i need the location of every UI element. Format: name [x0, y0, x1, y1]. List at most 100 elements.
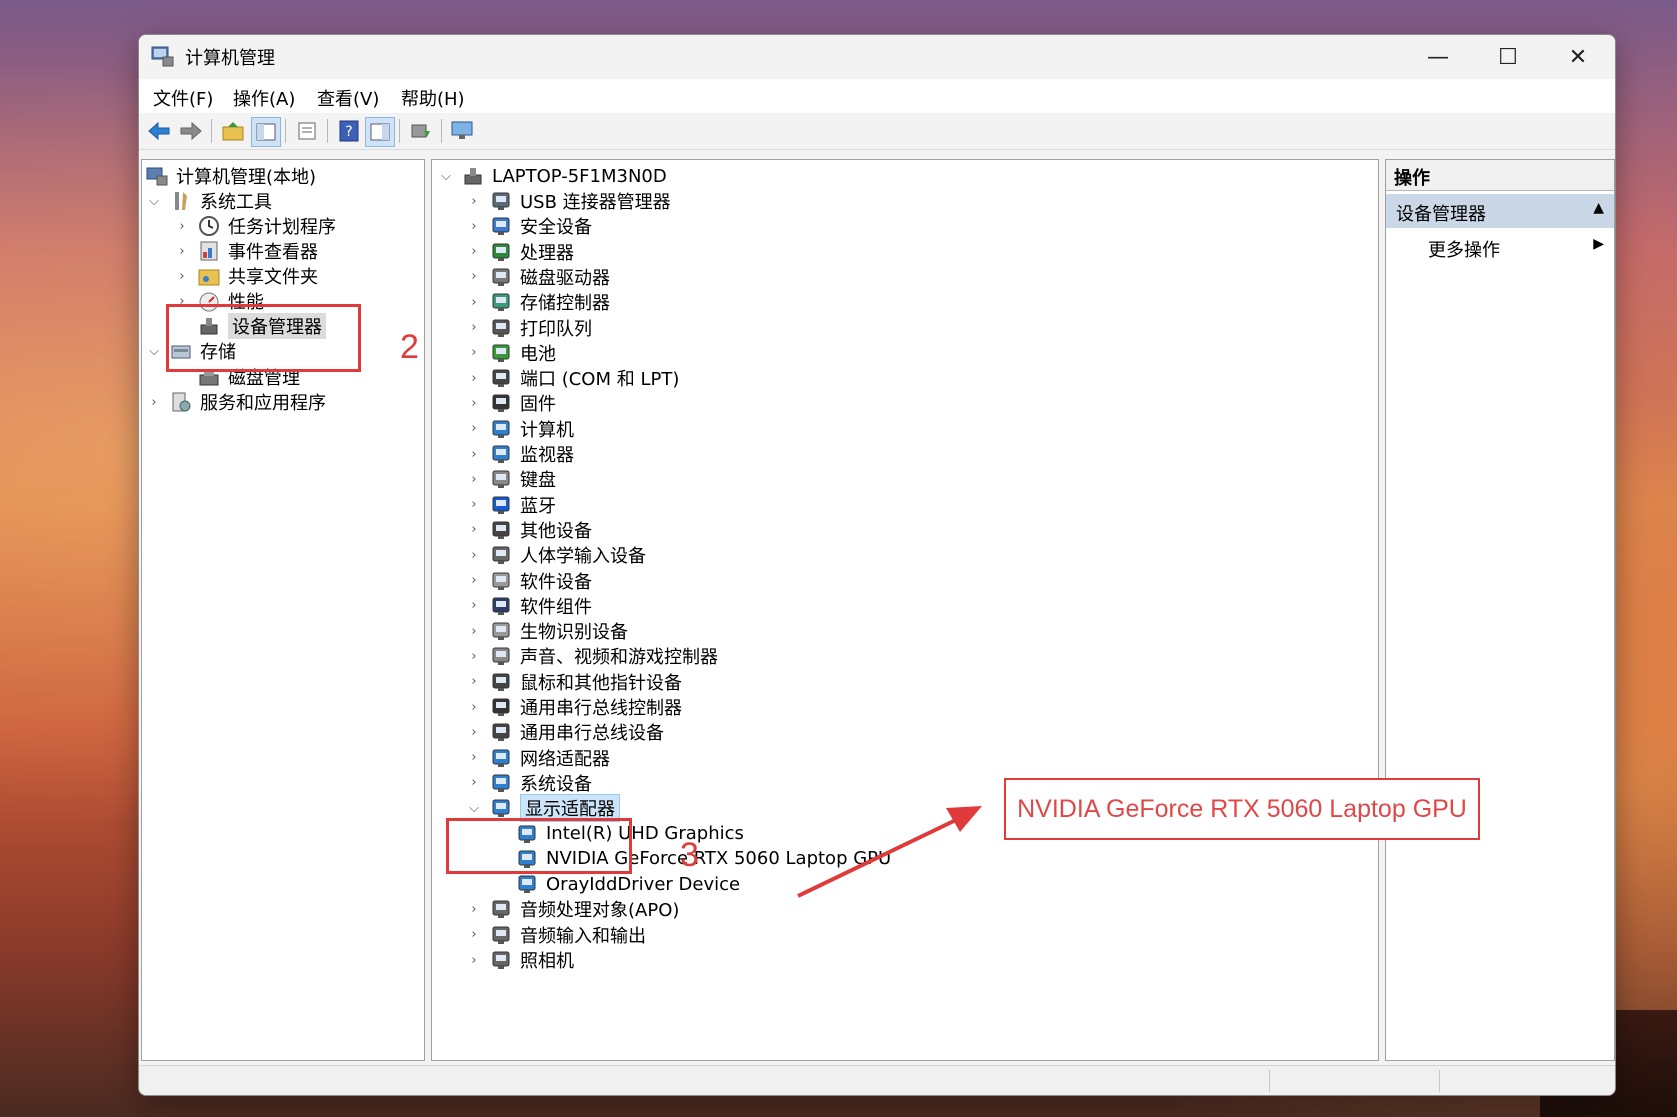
chevron-right-icon[interactable]: › [174, 219, 190, 234]
up-folder-button[interactable] [219, 117, 247, 145]
device-category[interactable]: › 磁盘驱动器 [466, 265, 610, 289]
device-category[interactable]: › 系统设备 [466, 771, 592, 795]
device-category[interactable]: › 存储控制器 [466, 290, 610, 314]
device-category[interactable]: › 音频输入和输出 [466, 923, 646, 947]
device-category[interactable]: › 计算机 [466, 417, 574, 441]
chevron-right-icon[interactable]: › [466, 472, 482, 487]
device-label: 通用串行总线设备 [520, 723, 664, 745]
menu-view[interactable]: 查看(V) [317, 85, 379, 111]
device-category[interactable]: › 电池 [466, 341, 556, 365]
tree-item-shared-folders[interactable]: › 共享文件夹 [174, 264, 318, 288]
update-driver-button[interactable] [407, 117, 435, 145]
chevron-right-icon[interactable]: › [174, 269, 190, 284]
device-category[interactable]: › 处理器 [466, 240, 574, 264]
menu-action[interactable]: 操作(A) [233, 85, 295, 111]
device-tree-root[interactable]: ⌵ LAPTOP-5F1M3N0D [438, 164, 667, 188]
chevron-right-icon[interactable]: › [466, 447, 482, 462]
maximize-button[interactable]: ☐ [1473, 35, 1543, 79]
device-category[interactable]: › 端口 (COM 和 LPT) [466, 366, 679, 390]
device-category[interactable]: › 打印队列 [466, 316, 592, 340]
menu-file[interactable]: 文件(F) [153, 85, 213, 111]
chevron-right-icon[interactable]: › [466, 522, 482, 537]
menu-help[interactable]: 帮助(H) [401, 85, 465, 111]
tree-item-services-apps[interactable]: › 服务和应用程序 [146, 390, 326, 414]
chevron-right-icon[interactable]: › [466, 295, 482, 310]
device-category[interactable]: › 软件设备 [466, 569, 592, 593]
chevron-right-icon[interactable]: › [466, 624, 482, 639]
console-tree-pane: 计算机管理(本地) ⌵ 系统工具 › 任务计划程序 › 事件查看器 › 共享文件… [141, 159, 425, 1061]
tree-item-system-tools[interactable]: ⌵ 系统工具 [146, 189, 272, 213]
device-category-display-adapters[interactable]: ⌵ 显示适配器 [466, 794, 620, 823]
device-category[interactable]: › 安全设备 [466, 214, 592, 238]
chevron-right-icon[interactable]: › [174, 244, 190, 259]
usb-controller-icon [490, 696, 512, 718]
device-category[interactable]: › 监视器 [466, 442, 574, 466]
tree-root[interactable]: 计算机管理(本地) [146, 164, 316, 188]
toolbar-separator [441, 119, 442, 143]
device-category[interactable]: › 固件 [466, 391, 556, 415]
chevron-right-icon[interactable]: › [466, 927, 482, 942]
device-category[interactable]: › 通用串行总线设备 [466, 720, 664, 744]
chevron-right-icon[interactable]: › [466, 320, 482, 335]
device-category[interactable]: › 照相机 [466, 948, 574, 972]
back-button[interactable] [145, 117, 173, 145]
chevron-right-icon[interactable]: › [466, 497, 482, 512]
chevron-right-icon[interactable]: › [466, 371, 482, 386]
device-category[interactable]: › 键盘 [466, 467, 556, 491]
chevron-right-icon[interactable]: › [466, 649, 482, 664]
device-category[interactable]: › 音频处理对象(APO) [466, 897, 679, 921]
device-category[interactable]: › 软件组件 [466, 594, 592, 618]
tree-label: 共享文件夹 [228, 267, 318, 288]
properties-button[interactable] [293, 117, 321, 145]
chevron-down-icon[interactable]: ⌵ [146, 344, 162, 359]
chevron-down-icon[interactable]: ⌵ [438, 169, 454, 184]
chevron-right-icon[interactable]: › [466, 548, 482, 563]
forward-arrow-icon [180, 121, 202, 141]
device-category[interactable]: › 生物识别设备 [466, 619, 628, 643]
forward-button[interactable] [177, 117, 205, 145]
more-actions-item[interactable]: 更多操作 ▶ [1386, 232, 1614, 264]
minimize-button[interactable]: — [1403, 35, 1473, 79]
chevron-right-icon[interactable]: › [466, 902, 482, 917]
help-button[interactable]: ? [335, 117, 363, 145]
chevron-right-icon[interactable]: › [466, 345, 482, 360]
tree-item-event-viewer[interactable]: › 事件查看器 [174, 239, 318, 263]
show-action-pane-button[interactable] [365, 117, 395, 147]
clock-icon [198, 215, 220, 237]
title-bar[interactable]: 计算机管理 — ☐ ✕ [139, 35, 1615, 79]
chevron-down-icon[interactable]: ⌵ [466, 801, 482, 816]
chevron-down-icon[interactable]: ⌵ [146, 194, 162, 209]
chevron-right-icon[interactable]: › [466, 953, 482, 968]
chevron-right-icon[interactable]: › [466, 775, 482, 790]
chevron-right-icon[interactable]: › [466, 269, 482, 284]
device-category[interactable]: › 其他设备 [466, 518, 592, 542]
chevron-right-icon[interactable]: › [466, 674, 482, 689]
computer-management-window: 计算机管理 — ☐ ✕ 文件(F) 操作(A) 查看(V) 帮助(H) ? 计算… [138, 34, 1616, 1096]
close-button[interactable]: ✕ [1543, 35, 1613, 79]
tree-item-task-scheduler[interactable]: › 任务计划程序 [174, 214, 336, 238]
device-category[interactable]: › 通用串行总线控制器 [466, 695, 682, 719]
device-category[interactable]: › 声音、视频和游戏控制器 [466, 644, 718, 668]
device-label: 蓝牙 [520, 495, 556, 517]
device-category[interactable]: › 人体学输入设备 [466, 543, 646, 567]
actions-section-device-manager[interactable]: 设备管理器 ▲ [1386, 194, 1614, 228]
device-category[interactable]: › 鼠标和其他指针设备 [466, 670, 682, 694]
chevron-right-icon[interactable]: › [466, 573, 482, 588]
device-category[interactable]: › 网络适配器 [466, 746, 610, 770]
collapse-up-icon[interactable]: ▲ [1593, 200, 1604, 216]
display-adapter-device[interactable]: OrayIddDriver Device [516, 872, 740, 896]
chevron-right-icon[interactable]: › [466, 750, 482, 765]
chevron-right-icon[interactable]: › [466, 725, 482, 740]
chevron-right-icon[interactable]: › [146, 395, 162, 410]
show-hide-tree-button[interactable] [251, 117, 281, 147]
chevron-right-icon[interactable]: › [466, 219, 482, 234]
chevron-right-icon[interactable]: › [466, 194, 482, 209]
chevron-right-icon[interactable]: › [466, 396, 482, 411]
scan-hardware-button[interactable] [449, 117, 477, 145]
device-category[interactable]: › 蓝牙 [466, 493, 556, 517]
chevron-right-icon[interactable]: › [466, 244, 482, 259]
device-category[interactable]: › USB 连接器管理器 [466, 189, 670, 213]
chevron-right-icon[interactable]: › [466, 598, 482, 613]
chevron-right-icon[interactable]: › [466, 700, 482, 715]
chevron-right-icon[interactable]: › [466, 421, 482, 436]
